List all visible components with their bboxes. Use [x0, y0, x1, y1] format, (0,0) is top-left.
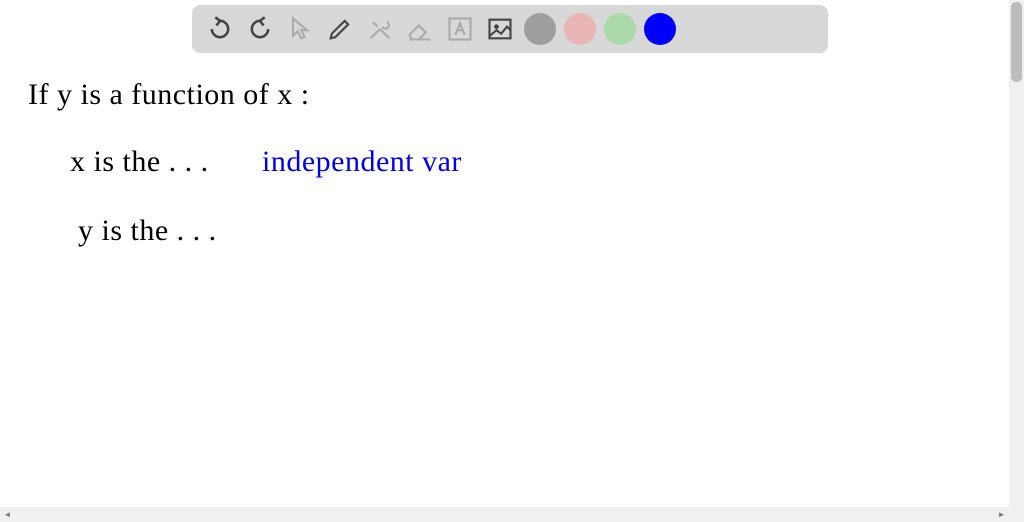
color-green[interactable]: [604, 13, 636, 45]
pointer-icon: [286, 15, 314, 43]
redo-icon: [246, 15, 274, 43]
tools-button[interactable]: [362, 11, 398, 47]
handwritten-line-2-prefix: x is the . . .: [70, 145, 209, 179]
text-icon: [446, 15, 474, 43]
tools-icon: [366, 15, 394, 43]
undo-icon: [206, 15, 234, 43]
image-icon: [486, 15, 514, 43]
handwritten-line-1: If y is a function of x :: [28, 78, 310, 112]
scroll-right-arrow[interactable]: ►: [994, 507, 1009, 522]
undo-button[interactable]: [202, 11, 238, 47]
redo-button[interactable]: [242, 11, 278, 47]
handwritten-line-2-answer: independent var: [262, 145, 462, 179]
scrollbar-corner: [1009, 507, 1024, 522]
pointer-button[interactable]: [282, 11, 318, 47]
handwritten-line-3: y is the . . .: [78, 214, 217, 248]
color-pink[interactable]: [564, 13, 596, 45]
drawing-toolbar: [192, 5, 828, 53]
eraser-button[interactable]: [402, 11, 438, 47]
pen-icon: [326, 15, 354, 43]
image-button[interactable]: [482, 11, 518, 47]
vertical-scrollbar[interactable]: [1009, 0, 1024, 507]
scroll-left-arrow[interactable]: ◄: [0, 507, 15, 522]
color-blue[interactable]: [644, 13, 676, 45]
whiteboard-canvas[interactable]: If y is a function of x : x is the . . .…: [0, 0, 1009, 507]
color-gray[interactable]: [524, 13, 556, 45]
scrollbar-thumb[interactable]: [1011, 2, 1022, 82]
pen-button[interactable]: [322, 11, 358, 47]
eraser-icon: [406, 15, 434, 43]
text-button[interactable]: [442, 11, 478, 47]
horizontal-scrollbar[interactable]: ◄ ►: [0, 507, 1009, 522]
